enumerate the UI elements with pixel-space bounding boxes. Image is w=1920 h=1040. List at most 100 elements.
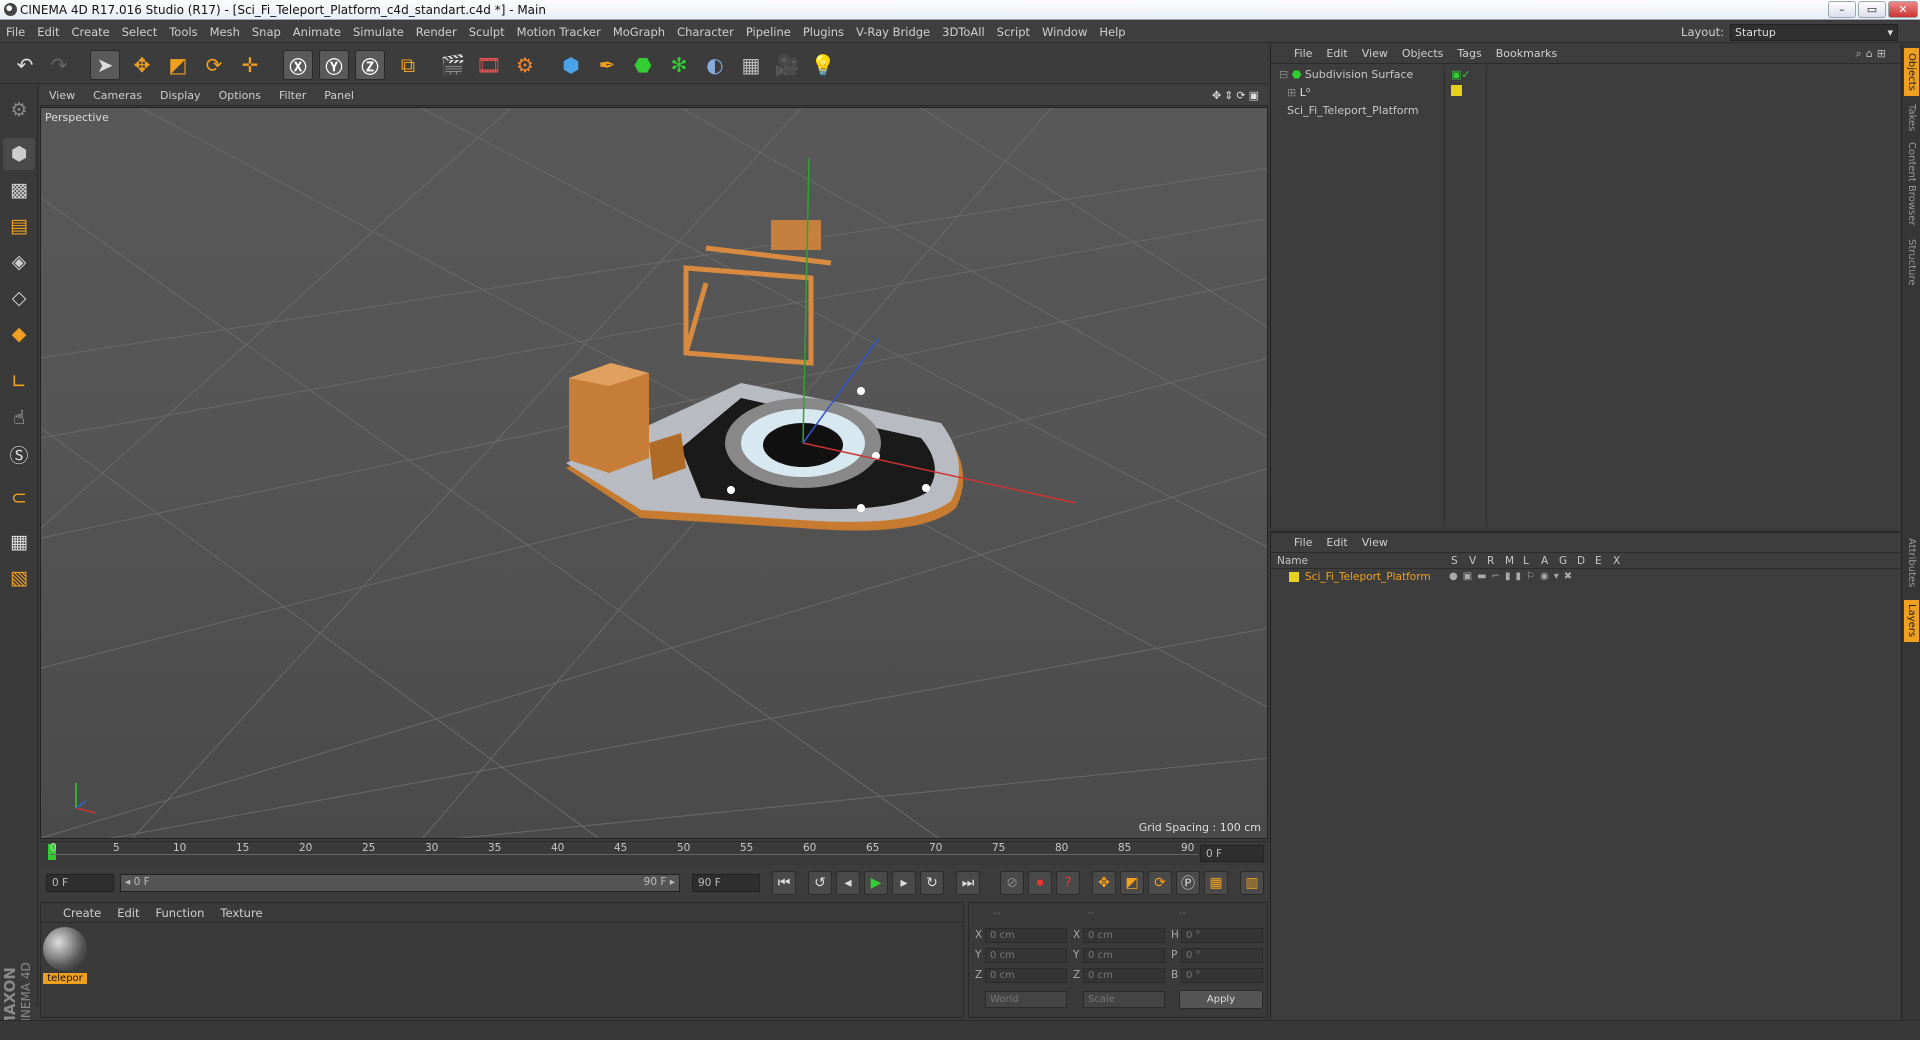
timeline-window-icon[interactable]: ▥ (1240, 871, 1264, 895)
tab-content-browser[interactable]: Content Browser (1904, 140, 1919, 228)
y-axis-icon[interactable]: Ⓨ (319, 50, 349, 80)
tweak-mode-icon[interactable]: ☝ (3, 402, 35, 434)
menu-3dtoall[interactable]: 3DToAll (936, 21, 991, 43)
select-arrow-icon[interactable]: ➤ (90, 50, 120, 80)
viewport-menu-options[interactable]: Options (210, 86, 270, 106)
material-name-label[interactable]: telepor (43, 973, 87, 984)
size-x-field[interactable]: 0 cm (1083, 928, 1165, 943)
object-menu-view[interactable]: View (1355, 44, 1395, 64)
model-mode-icon[interactable]: ⬢ (3, 138, 35, 170)
tab-attributes[interactable]: Attributes (1904, 532, 1919, 594)
rotate-icon[interactable]: ⟳ (199, 50, 229, 80)
close-button[interactable]: ✕ (1888, 1, 1918, 18)
redo-icon[interactable]: ↷ (44, 50, 74, 80)
axis-mode-icon[interactable]: ∟ (3, 366, 35, 398)
play-icon[interactable]: ▶ (864, 871, 888, 895)
previous-frame-icon[interactable]: ◂ (836, 871, 860, 895)
viewport-nav-icons[interactable]: ✥⇕⟳▣ (1212, 86, 1262, 106)
scale-icon[interactable]: ◩ (163, 50, 193, 80)
menu-animate[interactable]: Animate (287, 21, 347, 43)
cube-primitive-icon[interactable]: ⬢ (556, 50, 586, 80)
key-pla-icon[interactable]: ▦ (1204, 871, 1228, 895)
transform-icon[interactable]: ✛ (235, 50, 265, 80)
camera-icon[interactable]: 🎥 (772, 50, 802, 80)
render-settings-icon[interactable]: ⚙ (510, 50, 540, 80)
material-menu-create[interactable]: Create (41, 903, 109, 923)
visibility-check-icon[interactable]: ▣✓ (1447, 66, 1486, 84)
z-axis-icon[interactable]: Ⓩ (355, 50, 385, 80)
layer-menu-view[interactable]: View (1355, 533, 1395, 553)
menu-character[interactable]: Character (671, 21, 740, 43)
workplane-icon[interactable]: ▤ (3, 210, 35, 242)
menu-render[interactable]: Render (410, 21, 463, 43)
object-menu-file[interactable]: File (1287, 44, 1319, 64)
object-menu-tags[interactable]: Tags (1450, 44, 1488, 64)
undo-icon[interactable]: ↶ (10, 50, 40, 80)
layout-dropdown[interactable]: Startup ▾ (1730, 24, 1898, 41)
start-frame-field[interactable]: 0 F (46, 874, 114, 892)
key-parameter-icon[interactable]: Ⓟ (1176, 871, 1200, 895)
position-y-field[interactable]: 0 cm (985, 948, 1067, 963)
maximize-button[interactable]: ▭ (1858, 1, 1886, 18)
frame-range-slider[interactable]: ◂ 0 F 90 F ▸ (120, 874, 680, 892)
locked-workplane-icon[interactable]: ▦ (3, 526, 35, 558)
key-scale-icon[interactable]: ◩ (1120, 871, 1144, 895)
light-bulb-icon[interactable]: 💡 (808, 50, 838, 80)
material-menu-function[interactable]: Function (148, 903, 213, 923)
go-to-start-icon[interactable]: ⏮ (772, 871, 796, 895)
tab-takes[interactable]: Takes (1904, 100, 1919, 136)
object-menu-edit[interactable]: Edit (1319, 44, 1354, 64)
next-frame-icon[interactable]: ▸ (892, 871, 916, 895)
material-swatch[interactable]: telepor (43, 927, 87, 987)
make-editable-icon[interactable]: ⚙ (3, 94, 35, 126)
3d-viewport[interactable]: Perspective Grid Spacing: 100 cm (40, 107, 1268, 839)
material-menu-edit[interactable]: Edit (109, 903, 147, 923)
previous-key-icon[interactable]: ↺ (808, 871, 832, 895)
menu-file[interactable]: File (0, 21, 31, 43)
layer-name[interactable]: Sci_Fi_Teleport_Platform (1305, 569, 1431, 585)
size-z-field[interactable]: 0 cm (1083, 968, 1165, 983)
object-row-platform[interactable]: ⊞ L⁰ Sci_Fi_Teleport_Platform (1271, 84, 1444, 117)
viewport-menu-view[interactable]: View (40, 86, 84, 106)
layer-row[interactable]: Sci_Fi_Teleport_Platform ●▣▬⌐▮▮⚐◉▾✖ (1271, 569, 1900, 585)
viewport-menu-filter[interactable]: Filter (270, 86, 315, 106)
menu-edit[interactable]: Edit (31, 21, 65, 43)
menu-vray-bridge[interactable]: V-Ray Bridge (850, 21, 936, 43)
menu-simulate[interactable]: Simulate (347, 21, 410, 43)
apply-button[interactable]: Apply (1179, 990, 1263, 1009)
snap-magnet-icon[interactable]: ⊂ (3, 482, 35, 514)
object-name[interactable]: Subdivision Surface (1305, 68, 1413, 81)
edges-mode-icon[interactable]: ◇ (3, 282, 35, 314)
layer-menu-file[interactable]: File (1287, 533, 1319, 553)
layer-menu-edit[interactable]: Edit (1319, 533, 1354, 553)
render-view-icon[interactable]: 🎬 (438, 50, 468, 80)
minimize-button[interactable]: – (1828, 1, 1856, 18)
menu-snap[interactable]: Snap (246, 21, 287, 43)
tab-objects[interactable]: Objects (1904, 48, 1919, 96)
points-mode-icon[interactable]: ◈ (3, 246, 35, 278)
current-frame-field[interactable]: 0 F (1200, 845, 1264, 862)
size-y-field[interactable]: 0 cm (1083, 948, 1165, 963)
layer-color-tag[interactable] (1447, 84, 1486, 102)
rotation-h-field[interactable]: 0 ° (1181, 928, 1263, 943)
world-dropdown[interactable]: World (985, 991, 1067, 1008)
viewport-menu-cameras[interactable]: Cameras (84, 86, 151, 106)
layer-flag-icons[interactable]: ●▣▬⌐▮▮⚐◉▾✖ (1449, 569, 1577, 585)
key-position-icon[interactable]: ✥ (1092, 871, 1116, 895)
tab-structure[interactable]: Structure (1904, 234, 1919, 290)
go-to-end-icon[interactable]: ⏭ (956, 871, 980, 895)
layer-color-swatch[interactable] (1289, 572, 1299, 582)
floor-scene-icon[interactable]: ▦ (736, 50, 766, 80)
position-x-field[interactable]: 0 cm (985, 928, 1067, 943)
planar-workplane-icon[interactable]: ▧ (3, 562, 35, 594)
menu-motion-tracker[interactable]: Motion Tracker (511, 21, 607, 43)
scale-dropdown[interactable]: Scale (1083, 991, 1165, 1008)
deformer-icon[interactable]: ◐ (700, 50, 730, 80)
polygons-mode-icon[interactable]: ◆ (3, 318, 35, 350)
object-menu-objects[interactable]: Objects (1395, 44, 1451, 64)
collapse-icon[interactable]: ⊟ (1279, 68, 1288, 81)
coord-system-icon[interactable]: ⧉ (393, 50, 423, 80)
object-search-home-icons[interactable]: ⌕⌂⊞ (1856, 44, 1890, 64)
solo-icon[interactable]: Ⓢ (3, 438, 35, 470)
position-z-field[interactable]: 0 cm (985, 968, 1067, 983)
